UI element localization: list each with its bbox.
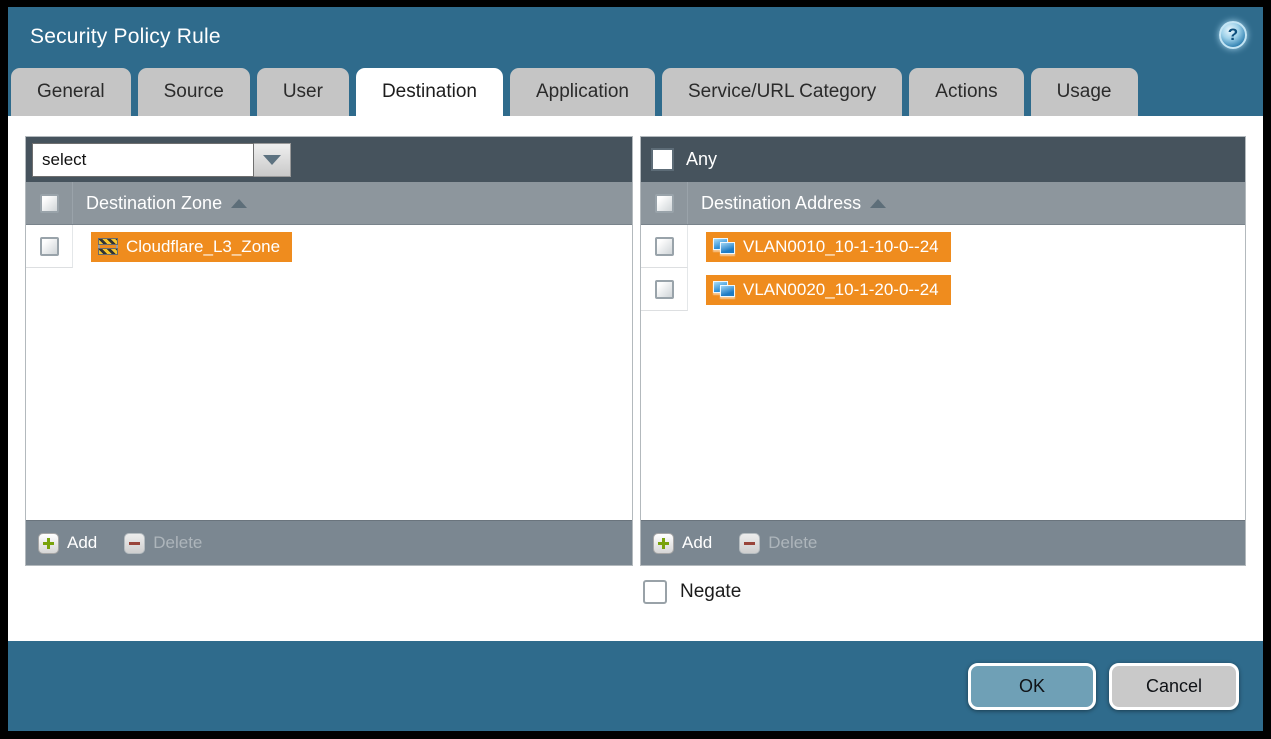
content-area: Destination Zone Cloudflare_L3_Zone Add — [8, 116, 1263, 641]
address-select-all-cell — [641, 182, 688, 224]
address-column-label: Destination Address — [701, 193, 861, 214]
plus-icon — [653, 533, 674, 554]
tab-label: Application — [536, 81, 629, 103]
ok-button[interactable]: OK — [968, 663, 1096, 710]
address-delete-label: Delete — [768, 533, 817, 553]
address-column-header: Destination Address — [641, 182, 1245, 225]
item-vlan0010-10-1-10-0-24[interactable]: VLAN0010_10-1-10-0--24 — [706, 232, 951, 262]
tab-label: User — [283, 81, 323, 103]
any-label: Any — [686, 149, 717, 170]
minus-icon — [124, 533, 145, 554]
negate-control: Negate — [643, 580, 1246, 604]
zone-select-all-checkbox[interactable] — [40, 194, 59, 213]
zone-filter-dropdown-button[interactable] — [254, 143, 291, 177]
zone-list: Cloudflare_L3_Zone — [26, 225, 632, 520]
address-panel-footer: Add Delete — [641, 520, 1245, 565]
panels: Destination Zone Cloudflare_L3_Zone Add — [25, 136, 1246, 566]
tab-label: Destination — [382, 81, 477, 103]
zone-icon — [98, 239, 118, 254]
tab-label: Actions — [935, 81, 997, 103]
zone-sort-control[interactable]: Destination Zone — [86, 193, 247, 214]
zone-filter-input[interactable] — [32, 143, 254, 177]
security-policy-rule-dialog: Security Policy Rule ? General Source Us… — [0, 0, 1271, 739]
network-icon — [713, 281, 735, 298]
cancel-button[interactable]: Cancel — [1109, 663, 1239, 710]
dialog-footer: OK Cancel — [8, 641, 1263, 731]
zone-column-label: Destination Zone — [86, 193, 222, 214]
sort-ascending-icon — [870, 199, 886, 208]
address-add-label: Add — [682, 533, 712, 553]
address-sort-control[interactable]: Destination Address — [701, 193, 886, 214]
tab-label: Source — [164, 81, 224, 103]
row-checkbox-cell — [26, 225, 73, 268]
zone-column-header: Destination Zone — [26, 182, 632, 225]
negate-label: Negate — [680, 581, 741, 603]
row-checkbox[interactable] — [655, 280, 674, 299]
address-delete-button[interactable]: Delete — [739, 533, 817, 554]
tab-label: Service/URL Category — [688, 81, 876, 103]
item-vlan0020-10-1-20-0-24[interactable]: VLAN0020_10-1-20-0--24 — [706, 275, 951, 305]
address-select-all-checkbox[interactable] — [655, 194, 674, 213]
zone-filter-combobox — [32, 143, 291, 177]
page-title: Security Policy Rule — [30, 25, 221, 49]
tab-actions[interactable]: Actions — [909, 68, 1023, 116]
zone-panel-footer: Add Delete — [26, 520, 632, 565]
tab-destination[interactable]: Destination — [356, 68, 503, 116]
list-item: VLAN0020_10-1-20-0--24 — [641, 268, 1245, 311]
address-list: VLAN0010_10-1-10-0--24 VLAN0020_10-1-20-… — [641, 225, 1245, 520]
any-checkbox[interactable] — [651, 148, 674, 171]
zone-panel-toolbar — [26, 137, 632, 182]
any-control: Any — [647, 148, 717, 171]
tab-label: Usage — [1057, 81, 1112, 103]
tab-application[interactable]: Application — [510, 68, 655, 116]
zone-select-all-cell — [26, 182, 73, 224]
row-checkbox-cell — [641, 268, 688, 311]
zone-delete-label: Delete — [153, 533, 202, 553]
row-checkbox[interactable] — [40, 237, 59, 256]
negate-checkbox[interactable] — [643, 580, 667, 604]
row-checkbox[interactable] — [655, 237, 674, 256]
chevron-down-icon — [263, 155, 281, 165]
zone-add-label: Add — [67, 533, 97, 553]
plus-icon — [38, 533, 59, 554]
minus-icon — [739, 533, 760, 554]
list-item: VLAN0010_10-1-10-0--24 — [641, 225, 1245, 268]
address-panel-toolbar: Any — [641, 137, 1245, 182]
network-icon — [713, 238, 735, 255]
row-checkbox-cell — [641, 225, 688, 268]
destination-zone-panel: Destination Zone Cloudflare_L3_Zone Add — [25, 136, 633, 566]
list-item: Cloudflare_L3_Zone — [26, 225, 632, 268]
item-cloudflare-l3-zone[interactable]: Cloudflare_L3_Zone — [91, 232, 292, 262]
titlebar: Security Policy Rule — [8, 7, 1263, 67]
tab-general[interactable]: General — [11, 68, 131, 116]
destination-address-panel: Any Destination Address — [640, 136, 1246, 566]
object-label: VLAN0020_10-1-20-0--24 — [743, 280, 939, 300]
tab-source[interactable]: Source — [138, 68, 250, 116]
tab-user[interactable]: User — [257, 68, 349, 116]
tab-bar: General Source User Destination Applicat… — [8, 67, 1263, 116]
help-icon[interactable]: ? — [1219, 21, 1247, 49]
tab-service-url-category[interactable]: Service/URL Category — [662, 68, 902, 116]
zone-delete-button[interactable]: Delete — [124, 533, 202, 554]
sort-ascending-icon — [231, 199, 247, 208]
zone-add-button[interactable]: Add — [38, 533, 97, 554]
address-add-button[interactable]: Add — [653, 533, 712, 554]
object-label: Cloudflare_L3_Zone — [126, 237, 280, 257]
dialog-body: Security Policy Rule ? General Source Us… — [8, 7, 1263, 731]
tab-label: General — [37, 81, 105, 103]
tab-usage[interactable]: Usage — [1031, 68, 1138, 116]
object-label: VLAN0010_10-1-10-0--24 — [743, 237, 939, 257]
